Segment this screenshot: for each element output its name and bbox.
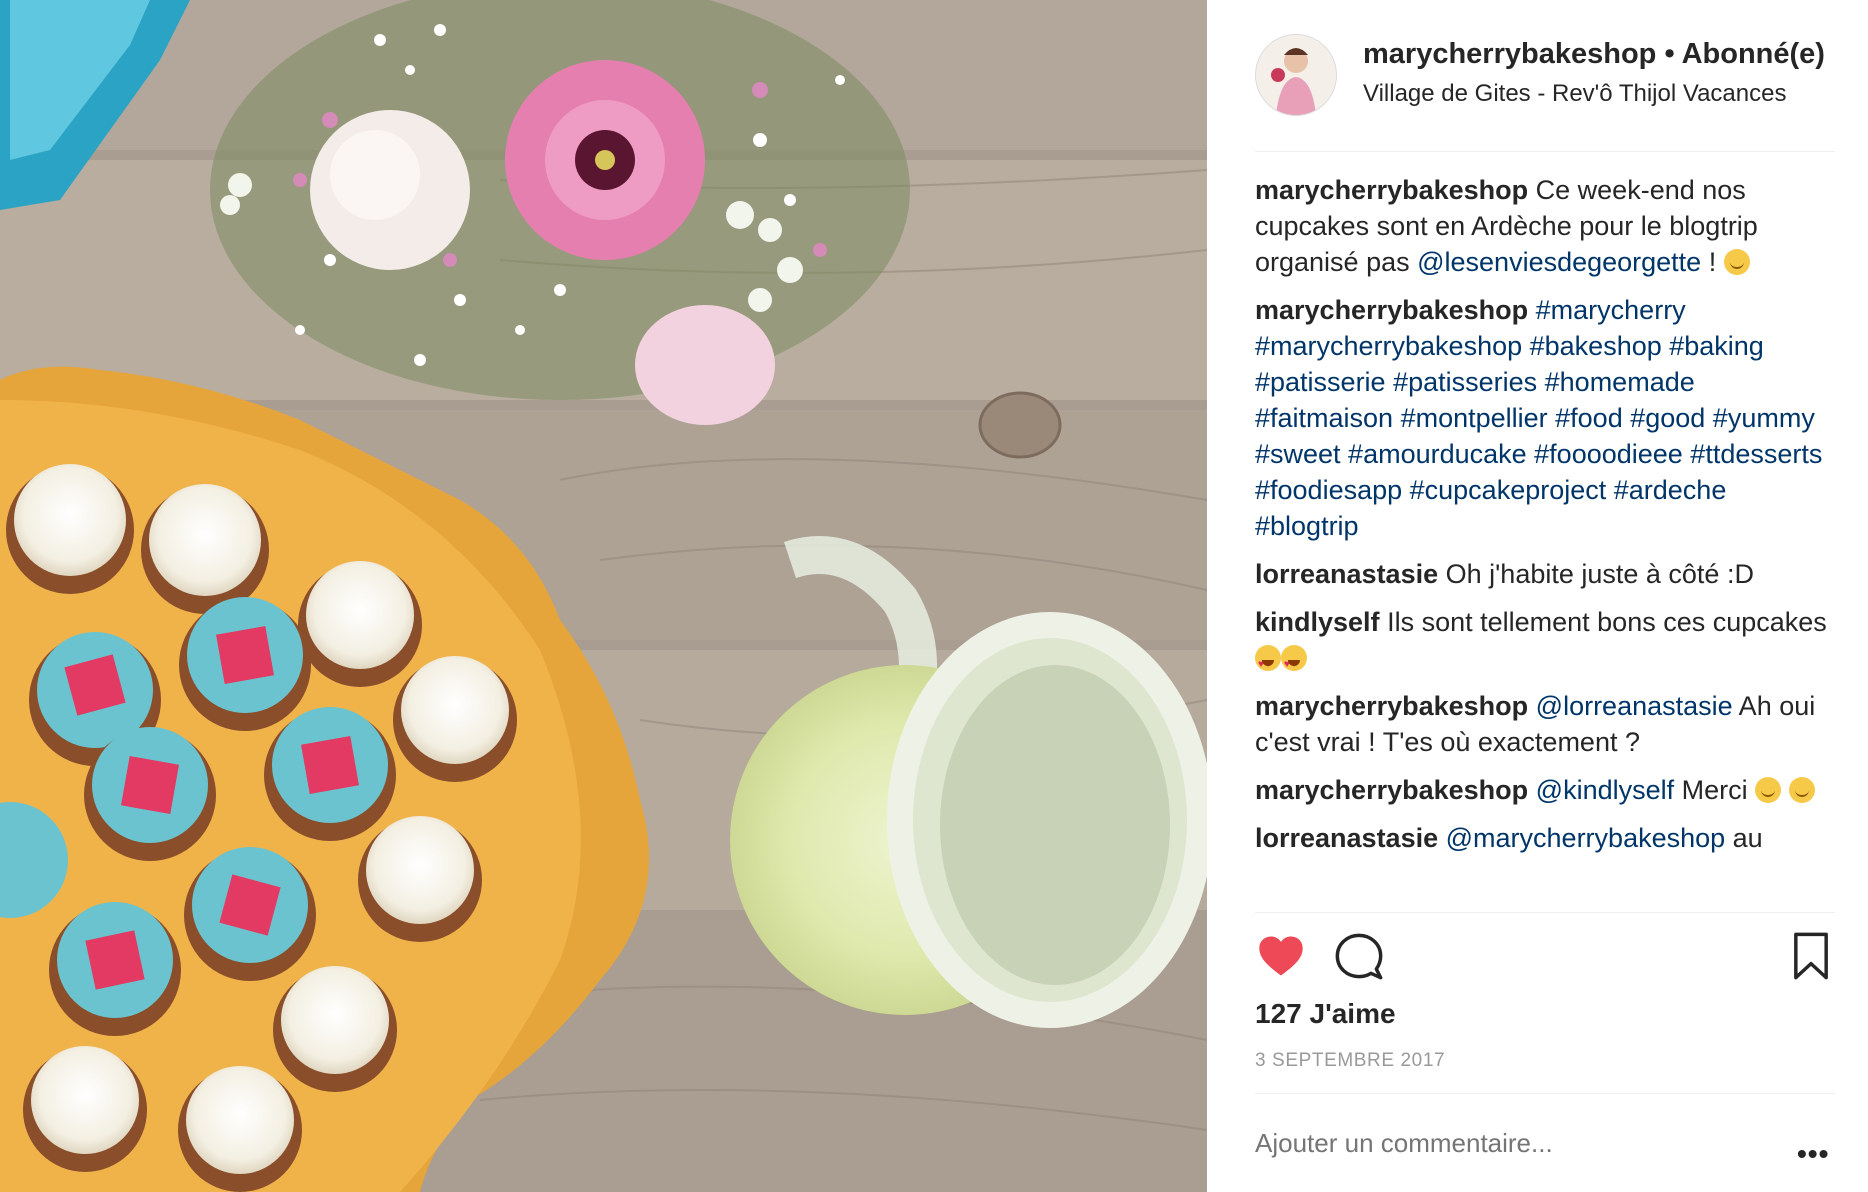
comment-text: au xyxy=(1725,823,1763,853)
comment-text: Ils sont tellement bons ces cupcakes xyxy=(1387,607,1827,637)
comment-username[interactable]: lorreanastasie xyxy=(1255,823,1438,853)
header-separator: • xyxy=(1664,38,1675,70)
comment-username[interactable]: marycherrybakeshop xyxy=(1255,295,1528,325)
comment-link[interactable]: #marycherry #marycherrybakeshop #bakesho… xyxy=(1255,295,1822,541)
date-divider xyxy=(1255,1093,1835,1094)
post-location[interactable]: Village de Gites - Rev'ô Thijol Vacances xyxy=(1363,80,1786,108)
post-side-panel: marycherrybakeshop • Abonné(e) Village d… xyxy=(1207,0,1868,1192)
like-heart-icon[interactable] xyxy=(1255,930,1307,982)
comment-text xyxy=(1781,775,1789,805)
more-options-icon[interactable]: ••• xyxy=(1797,1138,1829,1170)
comment-item: marycherrybakeshop @lorreanastasie Ah ou… xyxy=(1255,688,1835,760)
post-photo[interactable] xyxy=(0,0,1207,1192)
comment-link[interactable]: @lesenviesdegeorgette xyxy=(1417,247,1701,277)
instagram-post-view: marycherrybakeshop • Abonné(e) Village d… xyxy=(0,0,1868,1192)
comments-divider xyxy=(1255,912,1835,913)
comment-username[interactable]: lorreanastasie xyxy=(1255,559,1438,589)
comment-username[interactable]: marycherrybakeshop xyxy=(1255,691,1528,721)
comment-text: Merci xyxy=(1674,775,1756,805)
comment-item: kindlyself Ils sont tellement bons ces c… xyxy=(1255,604,1835,683)
like-count[interactable]: 127 J'aime xyxy=(1255,998,1396,1030)
comment-item: lorreanastasie Oh j'habite juste à côté … xyxy=(1255,556,1835,592)
heart-eyes-emoji-icon xyxy=(1281,645,1307,683)
smile-emoji-icon xyxy=(1788,777,1815,803)
smile-emoji-icon xyxy=(1755,777,1782,803)
header-divider xyxy=(1255,151,1835,152)
post-username-row: marycherrybakeshop • Abonné(e) xyxy=(1363,38,1825,71)
comment-text: ! xyxy=(1701,247,1724,277)
follow-status-button[interactable]: Abonné(e) xyxy=(1682,38,1825,70)
add-comment-input[interactable] xyxy=(1255,1128,1755,1159)
post-date[interactable]: 3 SEPTEMBRE 2017 xyxy=(1255,1050,1445,1072)
comment-username[interactable]: marycherrybakeshop xyxy=(1255,175,1528,205)
post-username[interactable]: marycherrybakeshop xyxy=(1363,38,1656,70)
comment-item: marycherrybakeshop #marycherry #marycher… xyxy=(1255,292,1835,544)
comment-item: marycherrybakeshop Ce week-end nos cupca… xyxy=(1255,172,1835,280)
comment-text: Oh j'habite juste à côté :D xyxy=(1445,559,1754,589)
comment-username[interactable]: marycherrybakeshop xyxy=(1255,775,1528,805)
smile-emoji-icon xyxy=(1723,249,1750,275)
bookmark-icon[interactable] xyxy=(1787,930,1839,982)
comment-username[interactable]: kindlyself xyxy=(1255,607,1380,637)
comment-item: marycherrybakeshop @kindlyself Merci xyxy=(1255,772,1835,808)
heart-eyes-emoji-icon xyxy=(1255,645,1281,683)
comment-bubble-icon[interactable] xyxy=(1333,930,1385,982)
comment-item: lorreanastasie @marycherrybakeshop au xyxy=(1255,820,1835,856)
action-bar xyxy=(1255,930,1835,990)
comment-link[interactable]: @kindlyself xyxy=(1536,775,1674,805)
comment-link[interactable]: @marycherrybakeshop xyxy=(1446,823,1726,853)
comment-link[interactable]: @lorreanastasie xyxy=(1536,691,1733,721)
avatar[interactable] xyxy=(1255,34,1337,116)
comments-list[interactable]: marycherrybakeshop Ce week-end nos cupca… xyxy=(1255,172,1835,912)
post-header: marycherrybakeshop • Abonné(e) Village d… xyxy=(1255,30,1835,130)
